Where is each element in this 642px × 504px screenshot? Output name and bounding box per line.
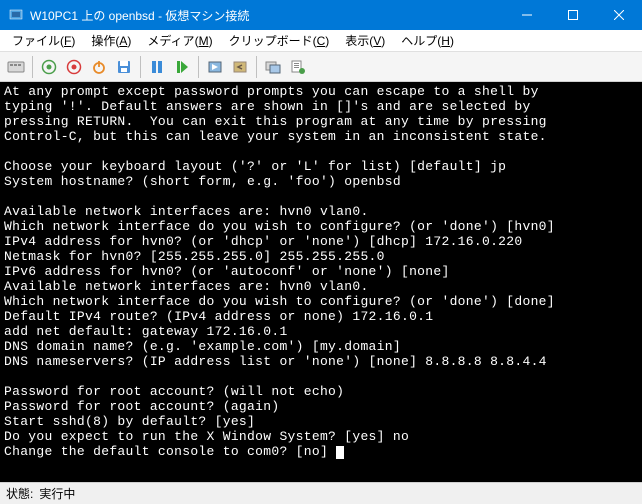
text-cursor	[336, 446, 344, 459]
toolbar-separator	[256, 56, 257, 78]
toolbar	[0, 52, 642, 82]
menu-media[interactable]: メディア(M)	[139, 30, 220, 51]
vm-console[interactable]: At any prompt except password prompts yo…	[0, 82, 642, 482]
app-icon	[8, 7, 24, 23]
menu-help[interactable]: ヘルプ(H)	[393, 30, 462, 51]
ctrl-alt-del-button[interactable]	[4, 55, 28, 79]
shutdown-button[interactable]	[87, 55, 111, 79]
pause-button[interactable]	[145, 55, 169, 79]
close-button[interactable]	[596, 0, 642, 30]
statusbar: 状態: 実行中	[0, 482, 642, 504]
maximize-button[interactable]	[550, 0, 596, 30]
share-button[interactable]	[286, 55, 310, 79]
window-title: W10PC1 上の openbsd - 仮想マシン接続	[30, 7, 504, 24]
menu-action[interactable]: 操作(A)	[83, 30, 139, 51]
save-button[interactable]	[112, 55, 136, 79]
checkpoint-button[interactable]	[203, 55, 227, 79]
enhanced-session-button[interactable]	[261, 55, 285, 79]
window-titlebar: W10PC1 上の openbsd - 仮想マシン接続	[0, 0, 642, 30]
menu-clipboard[interactable]: クリップボード(C)	[221, 30, 338, 51]
status-label: 状態:	[6, 485, 33, 502]
status-value: 実行中	[39, 485, 75, 502]
turn-off-button[interactable]	[62, 55, 86, 79]
menu-file[interactable]: ファイル(F)	[4, 30, 83, 51]
revert-button[interactable]	[228, 55, 252, 79]
minimize-button[interactable]	[504, 0, 550, 30]
reset-button[interactable]	[170, 55, 194, 79]
toolbar-separator	[32, 56, 33, 78]
toolbar-separator	[140, 56, 141, 78]
menubar: ファイル(F) 操作(A) メディア(M) クリップボード(C) 表示(V) ヘ…	[0, 30, 642, 52]
menu-view[interactable]: 表示(V)	[337, 30, 393, 51]
toolbar-separator	[198, 56, 199, 78]
start-button[interactable]	[37, 55, 61, 79]
window-controls	[504, 0, 642, 30]
